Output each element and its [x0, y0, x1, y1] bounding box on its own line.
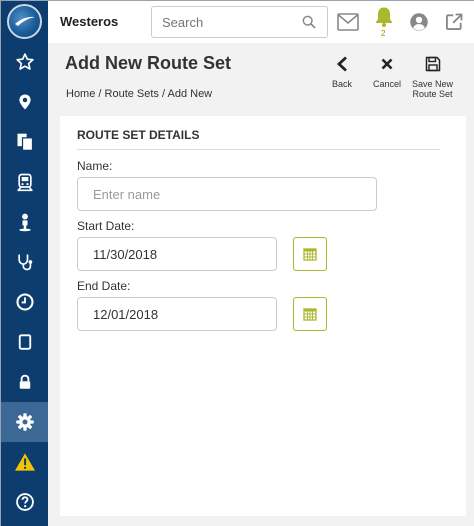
save-label-line1: Save New	[411, 79, 454, 89]
sidebar-item-health[interactable]	[1, 242, 48, 282]
name-input[interactable]	[77, 177, 377, 211]
page-title: Add New Route Set	[65, 53, 232, 73]
end-date-picker-button[interactable]	[293, 297, 327, 331]
sidebar-item-security[interactable]	[1, 362, 48, 402]
calendar-icon	[303, 308, 317, 321]
cancel-label: Cancel	[372, 79, 401, 89]
sidebar	[1, 1, 48, 526]
save-route-set-button[interactable]: Save New Route Set	[410, 53, 455, 99]
top-bar: Westeros 2	[48, 1, 474, 43]
name-label: Name:	[77, 159, 113, 173]
app-logo[interactable]	[7, 4, 42, 39]
stethoscope-icon	[17, 254, 32, 271]
gear-icon	[15, 413, 34, 431]
sidebar-item-help[interactable]	[1, 482, 48, 522]
end-date-input[interactable]	[77, 297, 277, 331]
start-date-picker-button[interactable]	[293, 237, 327, 271]
external-link-icon[interactable]	[444, 12, 464, 32]
logo-swoosh-icon	[15, 16, 35, 26]
search-box	[151, 6, 328, 38]
back-label: Back	[331, 79, 352, 89]
search-input[interactable]	[152, 7, 292, 37]
close-icon	[381, 58, 393, 70]
sidebar-item-documents[interactable]	[1, 122, 48, 162]
documents-icon	[17, 133, 33, 151]
warning-icon	[14, 453, 35, 471]
sidebar-item-favorites[interactable]	[1, 42, 48, 82]
end-date-label: End Date:	[77, 279, 131, 293]
save-label-line2: Route Set	[412, 89, 453, 99]
tablet-icon	[18, 334, 31, 350]
notification-count: 2	[381, 29, 386, 38]
save-icon	[425, 56, 440, 72]
main-content: Add New Route Set Home / Route Sets / Ad…	[48, 43, 474, 526]
sidebar-item-users[interactable]	[1, 202, 48, 242]
back-button[interactable]: Back	[331, 53, 353, 89]
route-set-details-card: ROUTE SET DETAILS Name: Start Date: End …	[60, 116, 466, 516]
lock-icon	[19, 374, 30, 389]
start-date-label: Start Date:	[77, 219, 135, 233]
sidebar-item-devices[interactable]	[1, 322, 48, 362]
star-icon	[15, 53, 34, 70]
mail-icon[interactable]	[337, 13, 359, 31]
help-icon	[15, 493, 34, 511]
sidebar-item-trains[interactable]	[1, 162, 48, 202]
train-icon	[17, 173, 32, 192]
sidebar-item-settings[interactable]	[1, 402, 48, 442]
section-divider	[77, 149, 440, 150]
search-icon[interactable]	[301, 14, 317, 30]
map-marker-icon	[18, 94, 31, 110]
user-account-icon[interactable]	[409, 12, 429, 32]
clock-icon	[15, 293, 34, 311]
breadcrumb[interactable]: Home / Route Sets / Add New	[66, 88, 212, 100]
start-date-input[interactable]	[77, 237, 277, 271]
sidebar-item-locations[interactable]	[1, 82, 48, 122]
bell-icon[interactable]	[374, 6, 394, 28]
section-title: ROUTE SET DETAILS	[77, 128, 200, 142]
sidebar-item-history[interactable]	[1, 282, 48, 322]
app-frame: Westeros 2 Add New Rout	[0, 0, 474, 526]
person-icon	[18, 213, 31, 232]
chevron-left-icon	[336, 56, 347, 72]
sidebar-item-alerts[interactable]	[1, 442, 48, 482]
calendar-icon	[303, 248, 317, 261]
brand-name: Westeros	[60, 14, 119, 29]
cancel-button[interactable]: Cancel	[371, 53, 403, 89]
